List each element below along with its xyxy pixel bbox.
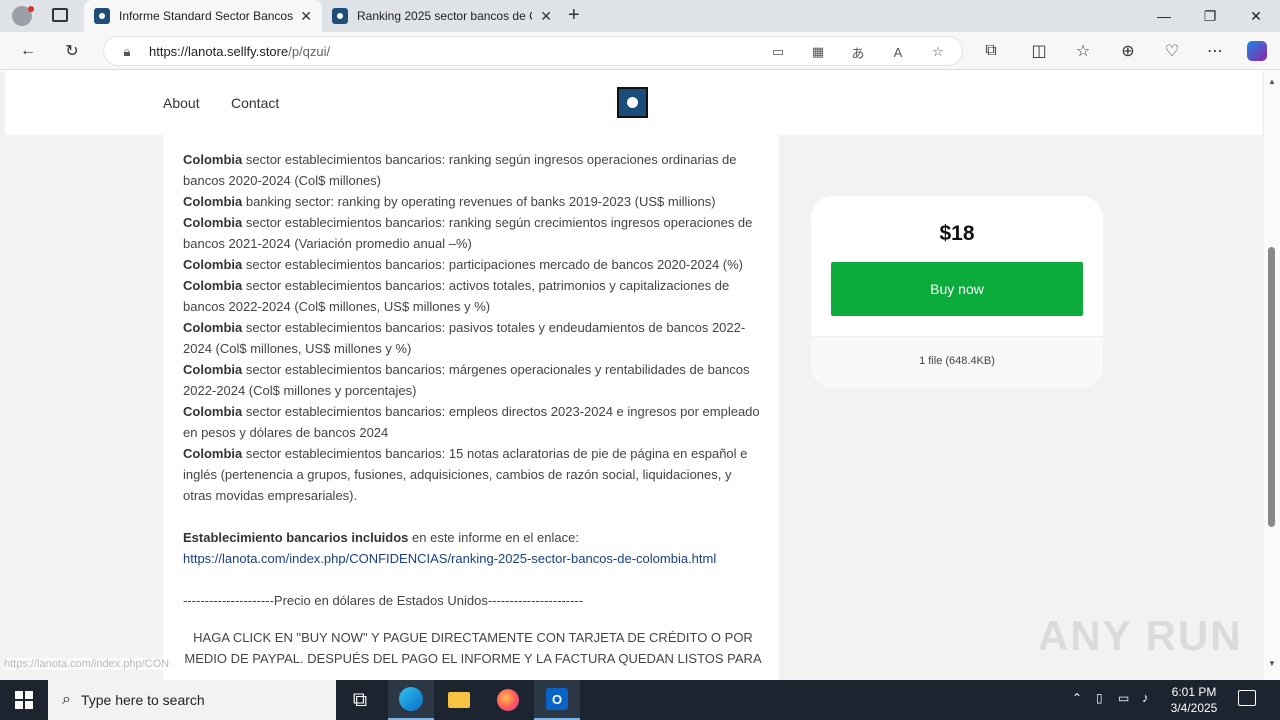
price-note: ---------------------Precio en dólares d… [183,593,584,608]
url-text: https://lanota.sellfy.store/p/qzui/ [149,44,331,59]
anyrun-watermark: ANY RUN [1038,612,1243,659]
card-footer: 1 file (648.4KB) [811,336,1103,388]
clock-date: 3/4/2025 [1170,701,1218,715]
description-item: Colombia sector establecimientos bancari… [183,215,753,251]
notifications-icon[interactable] [1238,690,1256,706]
nav-contact-link[interactable]: Contact [231,95,279,111]
address-bar[interactable]: 🔒︎ https://lanota.sellfy.store/p/qzui/ ▭… [103,36,963,66]
description-item: Colombia sector establecimientos bancari… [183,404,760,440]
refresh-icon[interactable]: ↻ [62,41,82,61]
tab-actions-icon[interactable] [52,8,68,22]
volume-icon[interactable]: ♪ [1142,690,1149,705]
site-favicon-icon [332,8,348,24]
browser-tab-strip: Informe Standard Sector Bancos ✕ Ranking… [0,0,1280,32]
buy-now-button[interactable]: Buy now [831,262,1083,316]
translate-icon[interactable]: あ [849,43,867,61]
scrollbar-thumb[interactable] [1268,247,1275,527]
taskbar-search-box[interactable]: ⌕ Type here to search [48,680,336,720]
close-tab-icon[interactable]: ✕ [540,8,552,25]
tab-informe-standard[interactable]: Informe Standard Sector Bancos ✕ [84,0,322,32]
tray-device-icon[interactable]: ▯ [1096,691,1103,705]
description-item: Colombia sector establecimientos bancari… [183,257,744,272]
favorites-icon[interactable]: ☆ [1073,41,1093,61]
product-description-panel: Colombia sector establecimientos bancari… [163,135,779,681]
description-item: Colombia sector establecimientos bancari… [183,278,730,314]
apps-icon[interactable]: ▦ [809,43,827,61]
read-aloud-icon[interactable]: A [889,43,907,61]
clock-time: 6:01 PM [1171,685,1217,699]
outlook-taskbar-icon[interactable]: O [534,680,580,720]
file-info: 1 file (648.4KB) [919,355,995,367]
file-explorer-taskbar-icon[interactable] [436,680,482,720]
browser-essentials-icon[interactable]: ♡ [1162,41,1182,61]
description-item: Colombia sector establecimientos bancari… [183,152,737,188]
purchase-instructions: HAGA CLICK EN "BUY NOW" Y PAGUE DIRECTAM… [184,630,762,666]
tray-chevron-icon[interactable]: ⌃ [1072,691,1082,705]
start-button[interactable] [0,680,48,720]
included-banks-text: Establecimiento bancarios incluidos en e… [183,530,579,545]
nav-about-link[interactable]: About [163,95,200,111]
scroll-down-icon[interactable]: ▼ [1268,659,1276,668]
buy-card: $18 Buy now 1 file (648.4KB) [811,196,1103,388]
product-price: $18 [939,222,975,245]
scroll-up-icon[interactable]: ▲ [1268,77,1276,86]
collections-icon[interactable]: ⊕ [1118,41,1138,61]
new-tab-icon[interactable]: + [568,4,580,27]
tab-title: Ranking 2025 sector bancos de C [357,9,532,23]
tab-ranking-2025[interactable]: Ranking 2025 sector bancos de C ✕ [322,0,562,32]
more-menu-icon[interactable]: ⋯ [1205,41,1225,61]
web-page: About Contact Colombia sector establecim… [0,71,1264,681]
favorite-star-icon[interactable]: ☆ [929,43,947,61]
page-scrollbar[interactable]: ▲ ▼ [1264,71,1280,681]
restore-icon[interactable]: ❐ [1187,0,1233,32]
network-icon[interactable]: ▭ [1118,691,1129,705]
minimize-icon[interactable]: — [1141,0,1187,32]
included-banks-link[interactable]: https://lanota.com/index.php/CONFIDENCIA… [183,548,763,569]
extensions-icon[interactable]: ⧉ [981,41,1001,61]
close-window-icon[interactable]: ✕ [1233,0,1279,32]
browser-toolbar: ← ↻ 🔒︎ https://lanota.sellfy.store/p/qzu… [0,32,1280,70]
split-screen-icon[interactable]: ◫ [1029,41,1049,61]
description-item: Colombia sector establecimientos bancari… [183,362,750,398]
close-tab-icon[interactable]: ✕ [300,8,312,25]
taskbar-clock[interactable]: 6:01 PM 3/4/2025 [1164,684,1224,716]
edge-taskbar-icon[interactable] [388,680,434,720]
description-item: Colombia sector establecimientos bancari… [183,320,746,356]
notification-dot-icon [28,6,34,12]
search-placeholder: Type here to search [80,692,205,708]
back-icon[interactable]: ← [18,41,38,61]
search-icon: ⌕ [62,691,71,708]
product-description: Colombia sector establecimientos bancari… [183,149,763,669]
status-bar-url: https://lanota.com/index.php/CON [4,658,170,670]
tab-title: Informe Standard Sector Bancos [119,9,294,23]
task-view-icon[interactable]: ⧉ [337,680,383,720]
windows-taskbar: ⌕ Type here to search ⧉ O ⌃ ▯ ▭ ♪ 6:01 P… [0,680,1280,720]
copilot-icon[interactable] [1247,41,1267,61]
description-item: Colombia banking sector: ranking by oper… [183,194,716,209]
windows-logo-icon [15,691,33,709]
lock-icon[interactable]: 🔒︎ [118,43,136,61]
read-aloud-device-icon[interactable]: ▭ [769,43,787,61]
description-item: Colombia sector establecimientos bancari… [183,446,748,503]
site-favicon-icon [94,8,110,24]
firefox-taskbar-icon[interactable] [485,680,531,720]
store-logo[interactable] [617,87,648,118]
